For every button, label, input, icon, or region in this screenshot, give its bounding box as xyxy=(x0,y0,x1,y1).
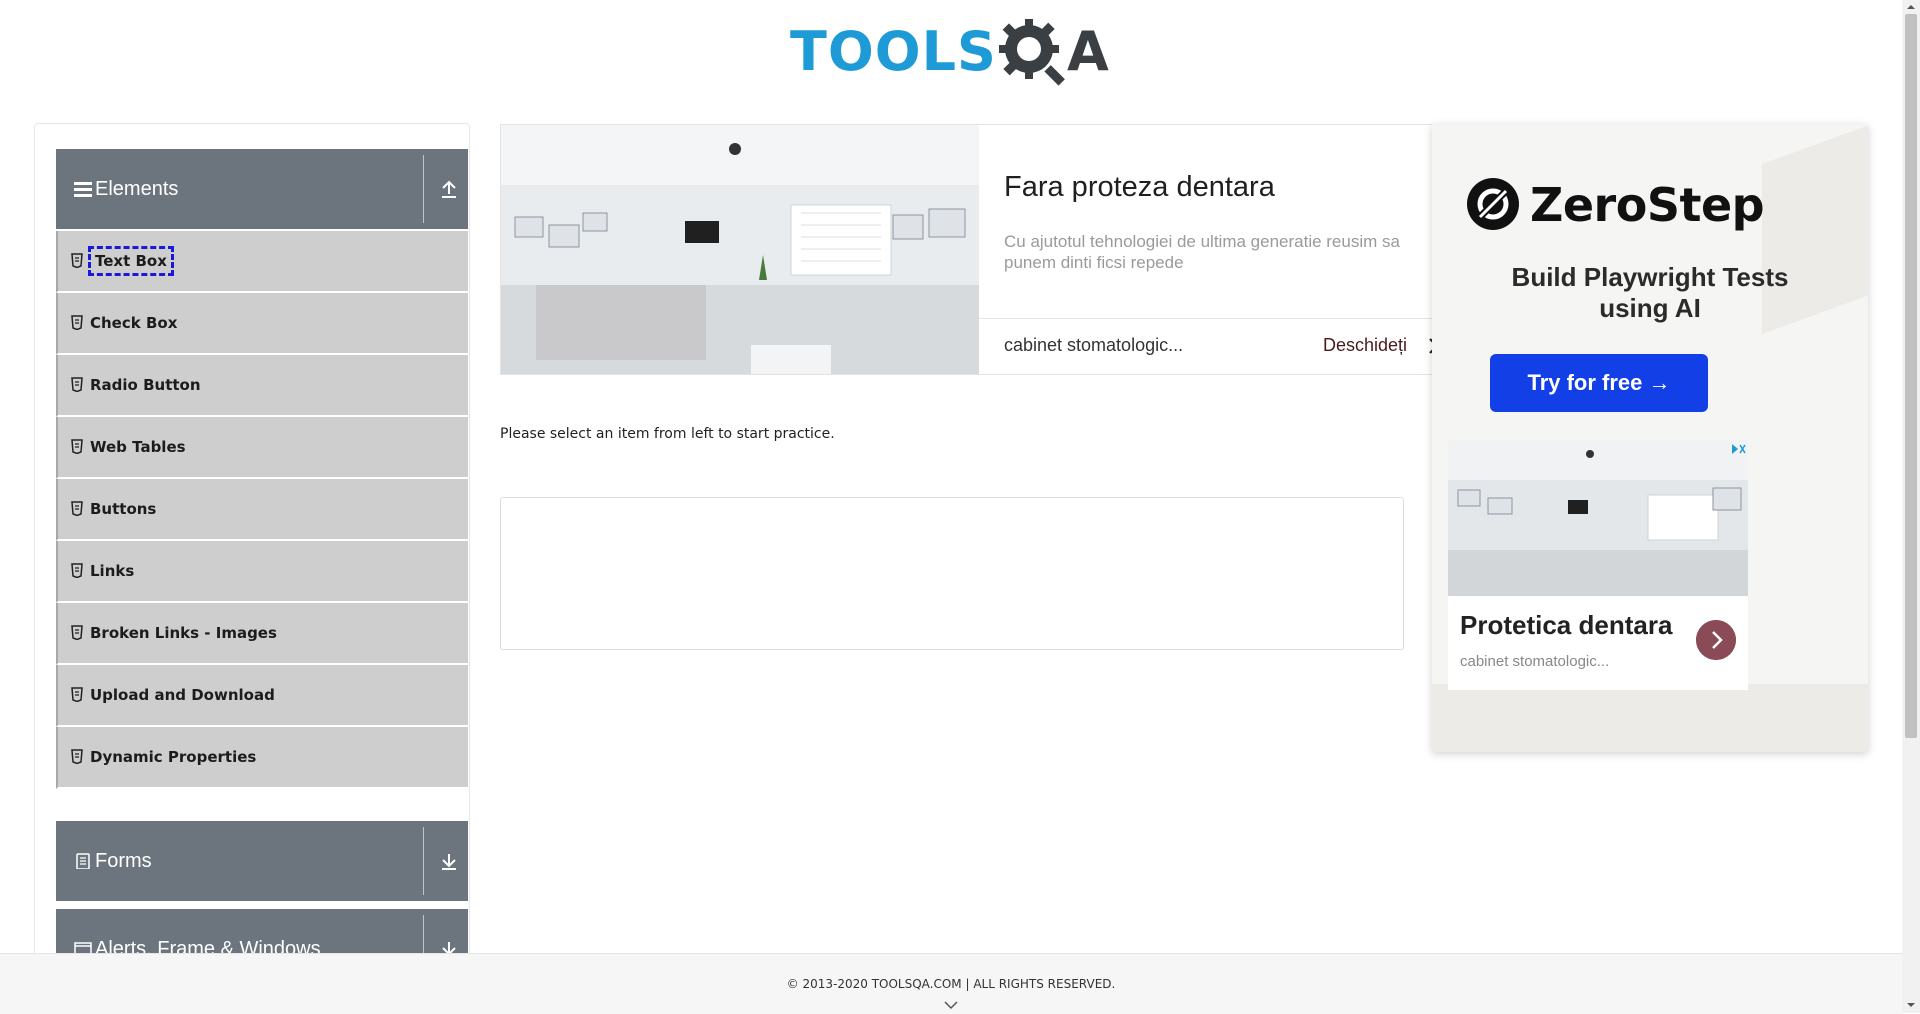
logo-tools-text: TOOLS xyxy=(790,20,997,83)
html5-icon xyxy=(71,377,83,392)
clinic-photo xyxy=(501,125,979,374)
side-ad[interactable]: ZeroStep Build Playwright Tests using AI… xyxy=(1432,124,1868,752)
chevron-right-icon[interactable] xyxy=(1696,620,1736,660)
ad-description: Cu ajutotul tehnologiei de ultima genera… xyxy=(1004,232,1400,272)
scrollbar[interactable] xyxy=(1902,0,1920,1013)
group-header-elements[interactable]: Elements xyxy=(56,149,468,229)
html5-icon xyxy=(71,253,83,268)
menu-item-label: Broken Links - Images xyxy=(90,624,277,642)
copyright-text: © 2013-2020 TOOLSQA.COM | ALL RIGHTS RES… xyxy=(786,977,1116,991)
html5-icon xyxy=(71,749,83,764)
clinic-photo xyxy=(1448,440,1748,596)
menu-item-label: Links xyxy=(90,562,135,580)
try-for-free-button[interactable]: Try for free → xyxy=(1490,354,1708,412)
bg-decoration xyxy=(1432,684,1868,752)
menu-item-radio-button[interactable]: Radio Button xyxy=(56,355,468,417)
html5-icon xyxy=(71,625,83,640)
elements-menu: Text Box Check Box Radio Button Web Tabl… xyxy=(56,231,468,789)
menu-item-label: Web Tables xyxy=(90,438,186,456)
menu-item-label: Check Box xyxy=(90,314,178,332)
ad-source: cabinet stomatologic... xyxy=(1004,335,1184,355)
divider xyxy=(423,155,424,223)
ad-title: Fara proteza dentara xyxy=(1004,171,1275,203)
mini-ad-source: cabinet stomatologic... xyxy=(1460,653,1610,670)
group-header-forms[interactable]: Forms xyxy=(56,821,468,901)
left-panel: Elements Text Box Check Box Radio Button… xyxy=(34,123,470,985)
menu-item-label: Buttons xyxy=(90,500,157,518)
divider xyxy=(423,827,424,895)
group-title: Forms xyxy=(95,849,152,872)
zerostep-logo-icon xyxy=(1467,178,1519,230)
arrow-down-icon[interactable] xyxy=(439,851,459,871)
form-icon xyxy=(76,853,90,869)
arrow-up-icon[interactable] xyxy=(439,179,459,199)
zerostep-tagline: Build Playwright Tests using AI xyxy=(1511,262,1789,323)
ad-banner[interactable]: Fara proteza dentara Cu ajutotul tehnolo… xyxy=(500,124,1434,375)
scroll-down-icon[interactable] xyxy=(1907,1001,1915,1009)
menu-item-check-box[interactable]: Check Box xyxy=(56,293,468,355)
menu-item-broken-links[interactable]: Broken Links - Images xyxy=(56,603,468,665)
mini-ad-title: Protetica dentara xyxy=(1460,610,1673,640)
scroll-up-icon[interactable] xyxy=(1907,3,1915,11)
menu-item-links[interactable]: Links xyxy=(56,541,468,603)
menu-item-label: Upload and Download xyxy=(90,686,275,704)
html5-icon xyxy=(71,501,83,516)
adchoices-icon[interactable] xyxy=(1730,442,1746,456)
menu-item-label: Radio Button xyxy=(90,376,201,394)
ad-open-link[interactable]: Deschideți xyxy=(1323,335,1407,356)
menu-item-dynamic-properties[interactable]: Dynamic Properties xyxy=(56,727,468,789)
menu-item-label: Dynamic Properties xyxy=(90,748,257,766)
chevron-down-icon[interactable] xyxy=(943,1000,959,1010)
menu-item-label: Text Box xyxy=(88,246,174,276)
divider xyxy=(979,318,1433,319)
content-box xyxy=(500,497,1404,650)
toolsqa-logo[interactable]: TOOLS A xyxy=(790,14,1110,90)
mini-ad-card[interactable]: Protetica dentara cabinet stomatologic..… xyxy=(1448,440,1748,690)
scroll-thumb[interactable] xyxy=(1905,14,1917,738)
menu-item-upload-download[interactable]: Upload and Download xyxy=(56,665,468,727)
html5-icon xyxy=(71,439,83,454)
html5-icon xyxy=(71,563,83,578)
menu-item-text-box[interactable]: Text Box xyxy=(56,231,468,293)
gear-magnifier-icon xyxy=(998,19,1065,86)
group-title: Elements xyxy=(95,177,179,200)
footer: © 2013-2020 TOOLSQA.COM | ALL RIGHTS RES… xyxy=(0,953,1902,1014)
logo-qa-text: A xyxy=(1066,20,1110,83)
html5-icon xyxy=(71,687,83,702)
html5-icon xyxy=(71,315,83,330)
menu-item-web-tables[interactable]: Web Tables xyxy=(56,417,468,479)
menu-item-buttons[interactable]: Buttons xyxy=(56,479,468,541)
zerostep-brand: ZeroStep xyxy=(1530,178,1765,232)
hamburger-icon xyxy=(74,182,92,197)
instruction-text: Please select an item from left to start… xyxy=(500,426,835,442)
